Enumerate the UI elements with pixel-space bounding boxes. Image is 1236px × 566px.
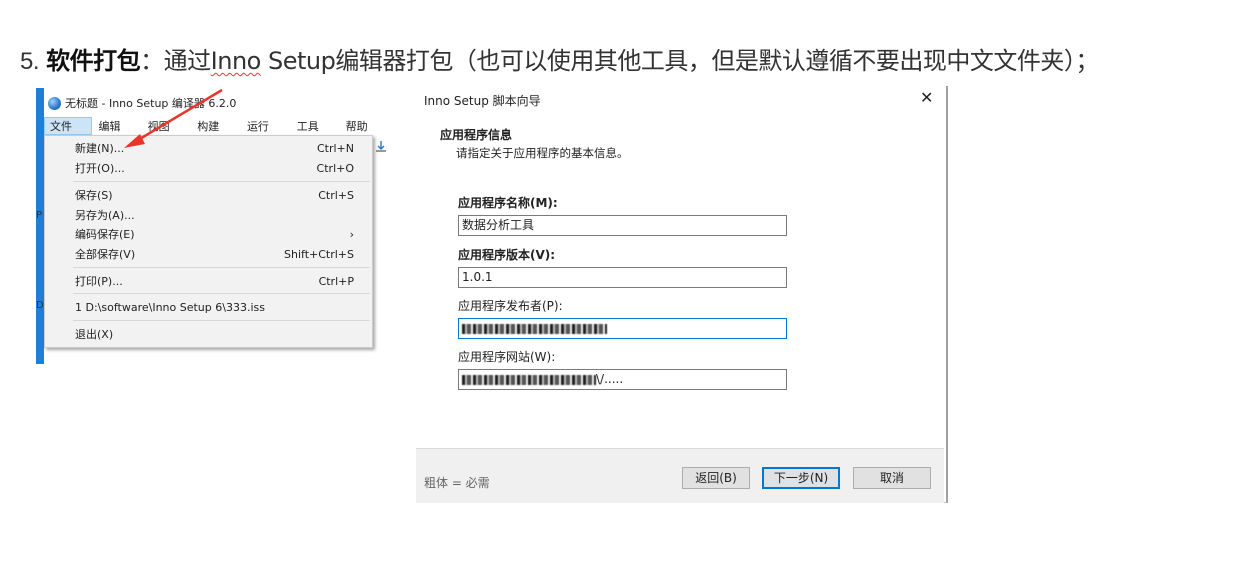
menu-item-shortcut: Ctrl+N [316,141,354,155]
download-icon[interactable] [374,140,390,156]
menu-item-label: 退出(X) [75,328,114,341]
next-button[interactable]: 下一步(N) [762,467,840,489]
heading-colon: ： [140,47,164,75]
menu-item-open[interactable]: 打开(O)... Ctrl+O [75,159,354,177]
step-number: 5. [20,48,40,75]
app-version-input[interactable]: 1.0.1 [458,267,787,288]
app-website-input[interactable]: \/..... [458,369,787,390]
menu-item-label: 保存(S) [75,189,113,202]
menu-item-label: 编码保存(E) [75,228,135,241]
menu-separator [73,320,370,321]
menu-item-label: 另存为(A)... [75,209,135,222]
menu-item-label: 全部保存(V) [75,248,136,261]
menu-item-save-encoding[interactable]: 编码保存(E) › [75,225,354,243]
editor-left-edge [36,88,44,364]
inno-setup-app-icon [48,96,61,110]
menu-view[interactable]: 视图(V) [142,117,192,147]
inno-editor-screenshot: 无标题 - Inno Setup 编译器 6.2.0 文件(F) 编辑(E) 视… [36,88,390,364]
menu-tools[interactable]: 工具(T) [291,117,340,147]
wizard-title: Inno Setup 脚本向导 [424,94,541,108]
redacted-text [462,375,596,385]
script-wizard-dialog: Inno Setup 脚本向导 ✕ 应用程序信息 请指定关于应用程序的基本信息。… [416,86,948,503]
submenu-chevron-icon: › [349,227,354,241]
heading-text-post: Setup编辑器打包（也可以使用其他工具，但是默认遵循不要出现中文文件夹）； [260,47,1099,75]
menu-item-exit[interactable]: 退出(X) [75,325,354,343]
heading-spellcheck-word: Inno [210,47,262,75]
editor-menubar: 文件(F) 编辑(E) 视图(V) 构建(B) 运行(R) 工具(T) 帮助(H… [44,117,390,147]
menu-item-new[interactable]: 新建(N)... Ctrl+N [75,139,354,157]
app-name-label: 应用程序名称(M): [458,196,558,210]
app-publisher-input[interactable] [458,318,787,339]
menu-help[interactable]: 帮助(H) [340,117,390,147]
menu-item-shortcut: Shift+Ctrl+S [284,247,354,261]
menu-item-recent-file[interactable]: 1 D:\software\Inno Setup 6\333.iss [75,298,354,316]
editor-window-title: 无标题 - Inno Setup 编译器 6.2.0 [65,97,237,110]
step-title: 软件打包 [46,47,141,75]
menu-item-print[interactable]: 打印(P)... Ctrl+P [75,272,354,290]
menu-item-save-as[interactable]: 另存为(A)... [75,206,354,224]
close-icon[interactable]: ✕ [920,88,933,107]
required-note: 粗体 = 必需 [424,476,490,490]
editor-titlebar: 无标题 - Inno Setup 编译器 6.2.0 [48,92,236,114]
menu-item-shortcut: Ctrl+P [318,274,354,288]
menu-separator [73,267,370,268]
menu-item-label: 打印(P)... [75,275,123,288]
menu-build[interactable]: 构建(B) [191,117,241,147]
menu-item-save-all[interactable]: 全部保存(V) Shift+Ctrl+S [75,245,354,263]
app-website-label: 应用程序网站(W): [458,350,556,364]
step-heading: 5. 软件打包：通过Inno Setup编辑器打包（也可以使用其他工具，但是默认… [20,41,1099,76]
editor-side-stub: D [36,300,44,311]
menu-item-shortcut: Ctrl+O [316,161,354,175]
app-name-input[interactable]: 数据分析工具 [458,215,787,236]
file-menu-dropdown: 新建(N)... Ctrl+N 打开(O)... Ctrl+O 保存(S) Ct… [44,135,373,348]
app-publisher-label: 应用程序发布者(P): [458,299,563,313]
section-title: 应用程序信息 [440,128,513,142]
app-version-label: 应用程序版本(V): [458,248,556,262]
menu-item-label: 1 D:\software\Inno Setup 6\333.iss [75,300,265,314]
menu-item-label: 打开(O)... [75,162,125,175]
menu-item-label: 新建(N)... [75,142,125,155]
section-description: 请指定关于应用程序的基本信息。 [456,146,629,160]
heading-text-pre: 通过 [163,47,212,75]
menu-file[interactable]: 文件(F) [44,117,93,147]
menu-run[interactable]: 运行(R) [241,117,291,147]
redacted-text [462,324,607,334]
editor-side-stub: P [36,210,43,221]
menu-separator [73,293,370,294]
menu-separator [73,181,370,182]
menu-edit[interactable]: 编辑(E) [92,117,141,147]
app-website-value: \/..... [596,372,624,386]
wizard-footer: 粗体 = 必需 返回(B) 下一步(N) 取消 [416,448,944,503]
cancel-button[interactable]: 取消 [853,467,931,489]
back-button[interactable]: 返回(B) [682,467,750,489]
menu-item-shortcut: Ctrl+S [318,188,354,202]
menu-item-save[interactable]: 保存(S) Ctrl+S [75,186,354,204]
